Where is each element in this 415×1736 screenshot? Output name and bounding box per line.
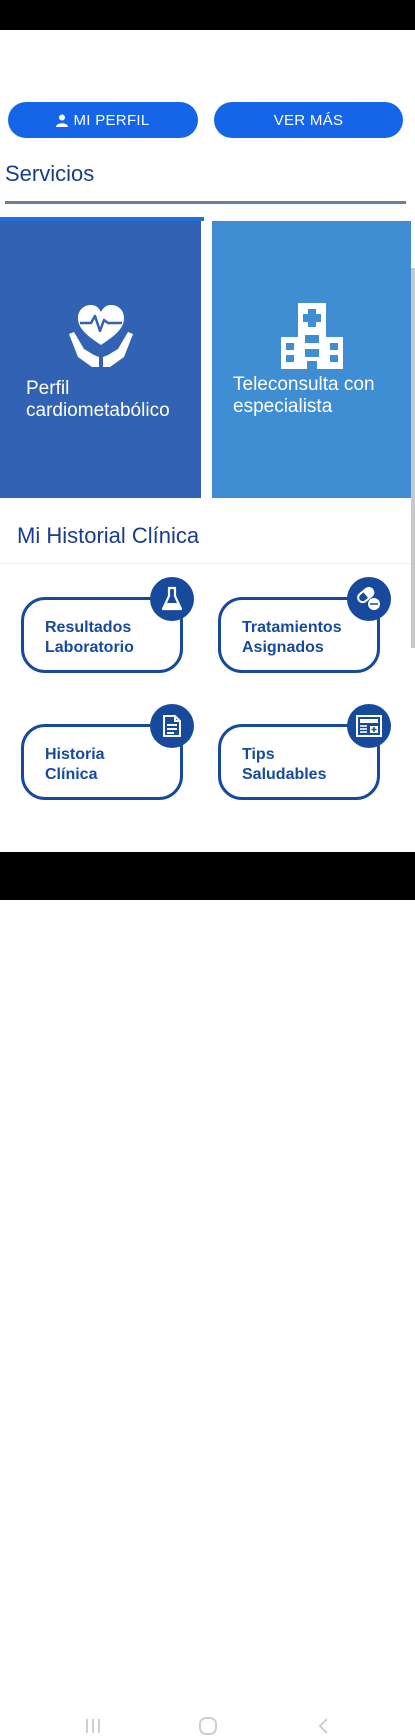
flask-icon (150, 577, 194, 621)
service-tile-teleconsult[interactable]: Teleconsulta con especialista (212, 221, 411, 498)
treatments-label: Tratamientos Asignados (242, 619, 342, 656)
scrollbar[interactable] (411, 268, 415, 648)
my-profile-button[interactable]: MI PERFIL (8, 102, 198, 138)
services-divider (5, 201, 406, 204)
health-tips-label: Tips Saludables (242, 746, 327, 783)
clinical-history-label: Historia Clínica (45, 746, 105, 783)
home-icon[interactable] (197, 1716, 219, 1736)
my-profile-label: MI PERFIL (73, 111, 150, 129)
system-nav-bar (0, 852, 415, 1735)
history-divider (0, 563, 411, 564)
cardiometabolic-label: Perfil cardiometabólico (26, 378, 170, 421)
history-title: Mi Historial Clínica (17, 523, 200, 548)
status-bar (0, 0, 415, 30)
heart-hands-icon (0, 301, 201, 371)
back-icon[interactable] (316, 1716, 332, 1736)
see-more-label: VER MÁS (273, 111, 344, 129)
services-title: Servicios (5, 161, 95, 186)
app-content: MI PERFIL VER MÁS Servicios Perfil cardi… (0, 30, 415, 852)
recent-apps-icon[interactable] (84, 1716, 102, 1736)
document-icon (150, 704, 194, 748)
see-more-button[interactable]: VER MÁS (214, 102, 403, 138)
service-tile-cardiometabolic[interactable]: Perfil cardiometabólico (0, 221, 201, 498)
pills-icon (347, 577, 391, 621)
hospital-icon (212, 301, 411, 371)
newspaper-icon (347, 704, 391, 748)
lab-results-label: Resultados Laboratorio (45, 619, 134, 656)
teleconsult-label: Teleconsulta con especialista (233, 374, 375, 417)
user-icon (56, 114, 69, 127)
